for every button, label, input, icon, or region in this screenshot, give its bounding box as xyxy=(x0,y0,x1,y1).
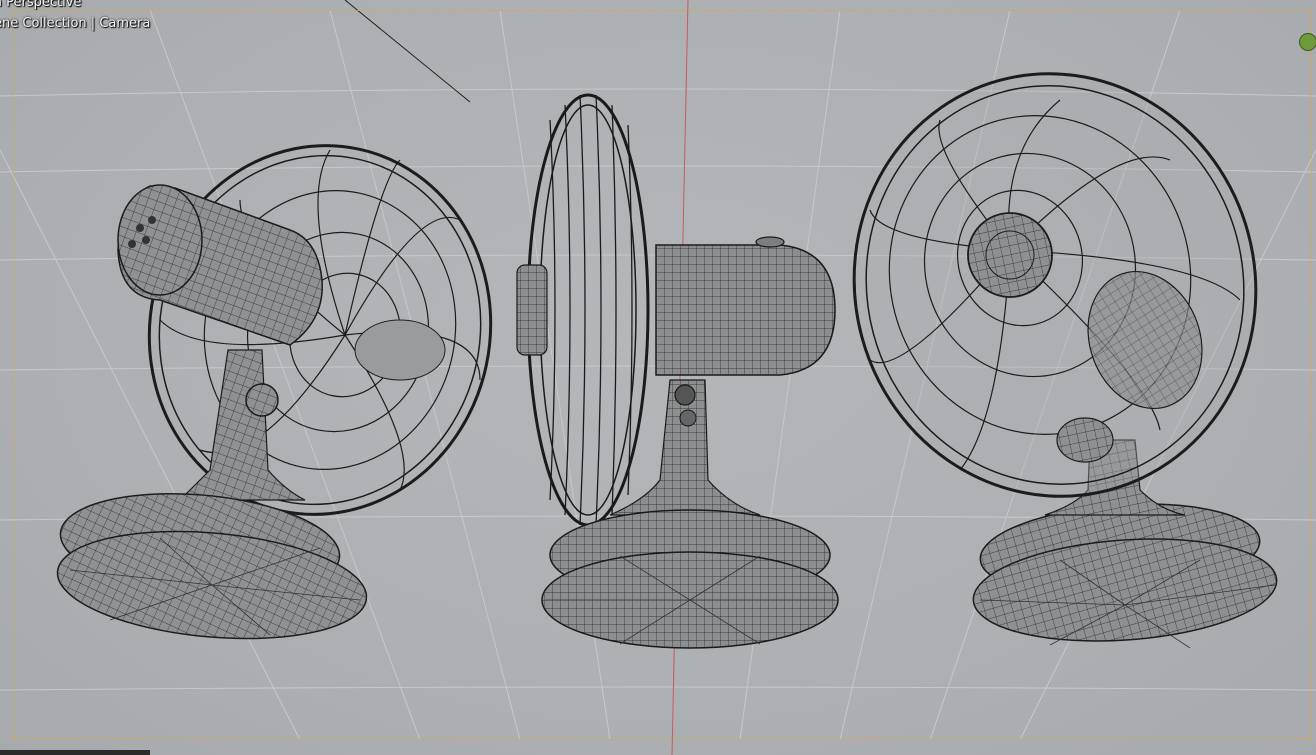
viewport-collection-label: ene Collection | Camera xyxy=(0,16,151,31)
fan-right-hub xyxy=(967,212,1053,298)
viewport-view-mode-label: a Perspective xyxy=(0,0,82,10)
navigation-gizmo-dot[interactable] xyxy=(1299,33,1316,51)
3d-viewport[interactable]: a Perspective ene Collection | Camera xyxy=(0,0,1316,755)
fan-right[interactable] xyxy=(807,28,1303,650)
fan-middle-motor xyxy=(655,244,836,376)
fan-left-neck xyxy=(178,349,306,501)
camera-diagonal-line xyxy=(344,0,471,103)
fan-left-cage xyxy=(147,144,493,516)
fan-left[interactable] xyxy=(53,114,525,651)
fan-right-cage xyxy=(852,72,1258,498)
scene-canvas[interactable] xyxy=(0,0,1316,755)
fan-middle[interactable] xyxy=(516,93,839,649)
bottom-status-strip xyxy=(0,750,150,755)
